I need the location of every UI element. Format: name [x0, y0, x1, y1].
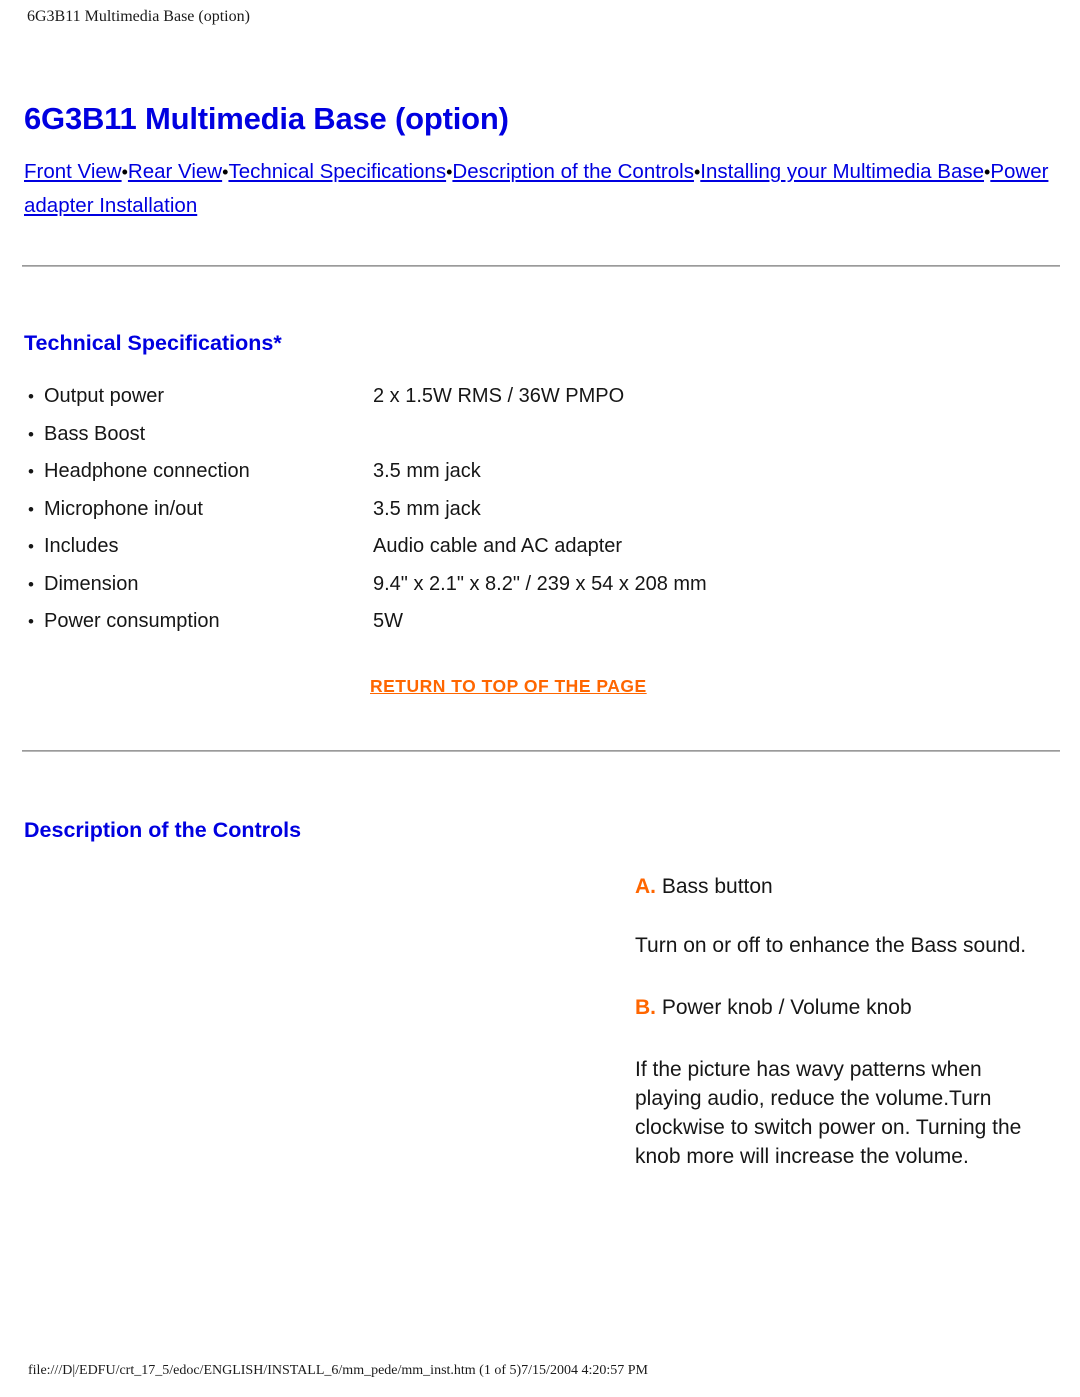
spec-row: • Power consumption 5W — [28, 609, 1028, 647]
bullet-icon: • — [28, 574, 34, 594]
nav-link-rear-view[interactable]: Rear View — [128, 160, 222, 183]
control-title-a: Bass button — [656, 875, 773, 898]
control-item-a: A. Bass button — [635, 872, 1035, 901]
bullet-icon: • — [28, 499, 34, 519]
spec-label: Bass Boost — [44, 422, 146, 445]
spec-label: Headphone connection — [44, 460, 250, 482]
heading-technical-specifications: Technical Specifications* — [24, 330, 282, 355]
bullet-icon: • — [28, 387, 34, 406]
nav-link-front-view[interactable]: Front View — [24, 160, 122, 183]
spec-value: 5W — [373, 610, 403, 632]
spec-label: Microphone in/out — [44, 497, 203, 520]
spec-row: • Dimension 9.4" x 2.1" x 8.2" / 239 x 5… — [28, 572, 1028, 610]
section-nav-links: Front View•Rear View•Technical Specifica… — [24, 155, 1069, 222]
control-marker-b: B. — [635, 996, 656, 1019]
bullet-icon: • — [28, 612, 34, 631]
spec-row: • Microphone in/out 3.5 mm jack — [28, 497, 1028, 535]
spec-row: • Includes Audio cable and AC adapter — [28, 534, 1028, 572]
control-marker-a: A. — [635, 875, 656, 898]
control-item-b: B. Power knob / Volume knob — [635, 993, 1035, 1022]
nav-link-installing-your-multimedia-base[interactable]: Installing your Multimedia Base — [700, 160, 984, 183]
bullet-icon: • — [28, 537, 34, 556]
heading-description-of-the-controls: Description of the Controls — [24, 817, 302, 842]
control-description-b: If the picture has wavy patterns when pl… — [635, 1055, 1035, 1171]
return-to-top-link[interactable]: RETURN TO TOP OF THE PAGE — [370, 676, 647, 697]
spec-value: Audio cable and AC adapter — [373, 535, 623, 557]
bullet-icon: • — [28, 462, 34, 481]
control-description-a: Turn on or off to enhance the Bass sound… — [635, 931, 1035, 960]
section-divider-top — [22, 265, 1060, 267]
controls-description-block: A. Bass button Turn on or off to enhance… — [635, 872, 1035, 1171]
spec-value: 2 x 1.5W RMS / 36W PMPO — [373, 385, 625, 407]
technical-specifications-list: • Output power 2 x 1.5W RMS / 36W PMPO •… — [28, 384, 1028, 647]
section-divider-bottom — [22, 750, 1060, 752]
nav-link-description-of-the-controls[interactable]: Description of the Controls — [452, 160, 694, 183]
spec-row: • Output power 2 x 1.5W RMS / 36W PMPO — [28, 384, 1028, 422]
spec-row: • Headphone connection 3.5 mm jack — [28, 459, 1028, 497]
page-title: 6G3B11 Multimedia Base (option) — [24, 100, 509, 136]
spec-label: Dimension — [44, 572, 139, 595]
control-description-b-text: If the picture has wavy patterns when pl… — [635, 1058, 1022, 1168]
spec-label: Includes — [44, 535, 119, 557]
print-header-title: 6G3B11 Multimedia Base (option) — [27, 8, 250, 25]
control-title-b: Power knob / Volume knob — [656, 996, 912, 1019]
spec-row: • Bass Boost — [28, 422, 1028, 460]
print-footer-url: file:///D|/EDFU/crt_17_5/edoc/ENGLISH/IN… — [28, 1363, 648, 1378]
spec-label: Output power — [44, 385, 165, 407]
spec-value: 9.4" x 2.1" x 8.2" / 239 x 54 x 208 mm — [373, 572, 707, 595]
control-description-a-text: Turn on or off to enhance the Bass sound… — [635, 934, 1027, 957]
bullet-icon: • — [28, 424, 34, 444]
spec-label: Power consumption — [44, 610, 220, 632]
nav-link-technical-specifications[interactable]: Technical Specifications — [228, 160, 446, 183]
spec-value: 3.5 mm jack — [373, 497, 481, 520]
spec-value: 3.5 mm jack — [373, 460, 481, 482]
